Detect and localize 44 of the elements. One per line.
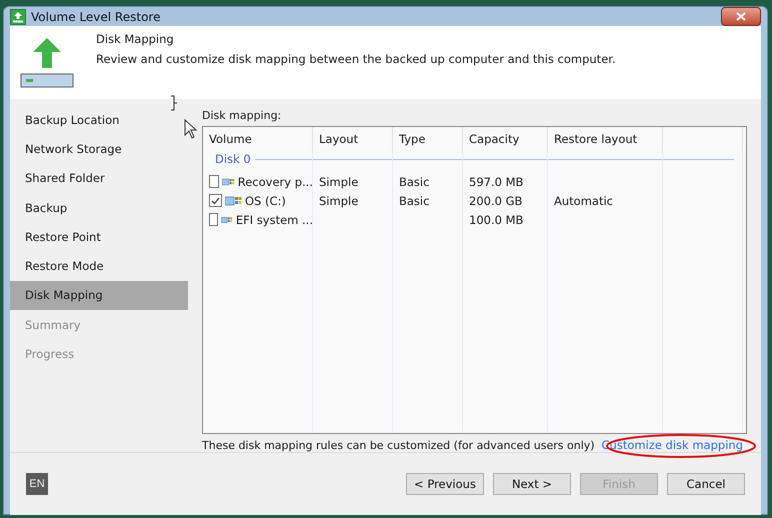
column-header[interactable]: Restore layout	[548, 127, 663, 151]
checkbox[interactable]	[209, 175, 220, 188]
drive-icon	[222, 176, 235, 186]
table-cell: Simple	[319, 194, 358, 208]
page-title: Disk Mapping	[96, 32, 175, 46]
close-icon	[736, 12, 746, 21]
column-header[interactable]: Layout	[313, 127, 393, 151]
wizard-button[interactable]: Cancel	[667, 473, 745, 495]
text-cursor-icon	[170, 95, 178, 111]
table-cell: 100.0 MB	[469, 212, 524, 226]
close-button[interactable]	[721, 7, 761, 26]
wizard-button[interactable]: Next >	[493, 473, 571, 495]
wizard-step[interactable]: Disk Mapping	[10, 280, 188, 310]
table-cell: 200.0 GB	[469, 194, 522, 208]
wizard-step[interactable]: Shared Folder	[10, 164, 188, 193]
column-header[interactable]: Type	[393, 127, 463, 151]
column-header[interactable]: Volume	[203, 127, 313, 151]
check-icon	[211, 196, 220, 204]
wizard-step[interactable]: Backup Location	[10, 105, 188, 134]
drive-icon	[225, 196, 242, 206]
table-cell: Automatic	[554, 194, 613, 208]
table-cell: 597.0 MB	[469, 174, 524, 188]
table-cell: Recovery p...	[238, 174, 313, 188]
wizard-step[interactable]: Backup	[10, 192, 188, 222]
wizard-step[interactable]: Network Storage	[10, 134, 188, 164]
wizard-step[interactable]: Restore Mode	[10, 251, 188, 281]
language-button[interactable]: EN	[26, 473, 48, 495]
checkbox[interactable]	[209, 213, 218, 226]
drive-icon	[221, 214, 233, 224]
table-label: Disk mapping:	[202, 109, 282, 122]
window-title: Volume Level Restore	[31, 10, 160, 24]
table-cell: Basic	[399, 194, 430, 208]
wizard-step[interactable]: Restore Point	[10, 222, 188, 252]
wizard-button[interactable]: < Previous	[406, 473, 484, 495]
table-cell: EFI system ...	[236, 212, 313, 226]
cursor-icon	[184, 119, 198, 139]
hint-text: These disk mapping rules can be customized (for advanced users only)	[202, 438, 595, 452]
table-cell: Basic	[399, 174, 430, 188]
page-description: Review and customize disk mapping between the backed up computer and this computer.	[96, 52, 616, 66]
column-header[interactable]: Capacity	[463, 127, 548, 151]
checkbox[interactable]	[209, 194, 222, 207]
table-cell: Simple	[319, 174, 358, 188]
group-label: Disk 0	[215, 152, 251, 166]
table-cell: OS (C:)	[245, 194, 286, 208]
